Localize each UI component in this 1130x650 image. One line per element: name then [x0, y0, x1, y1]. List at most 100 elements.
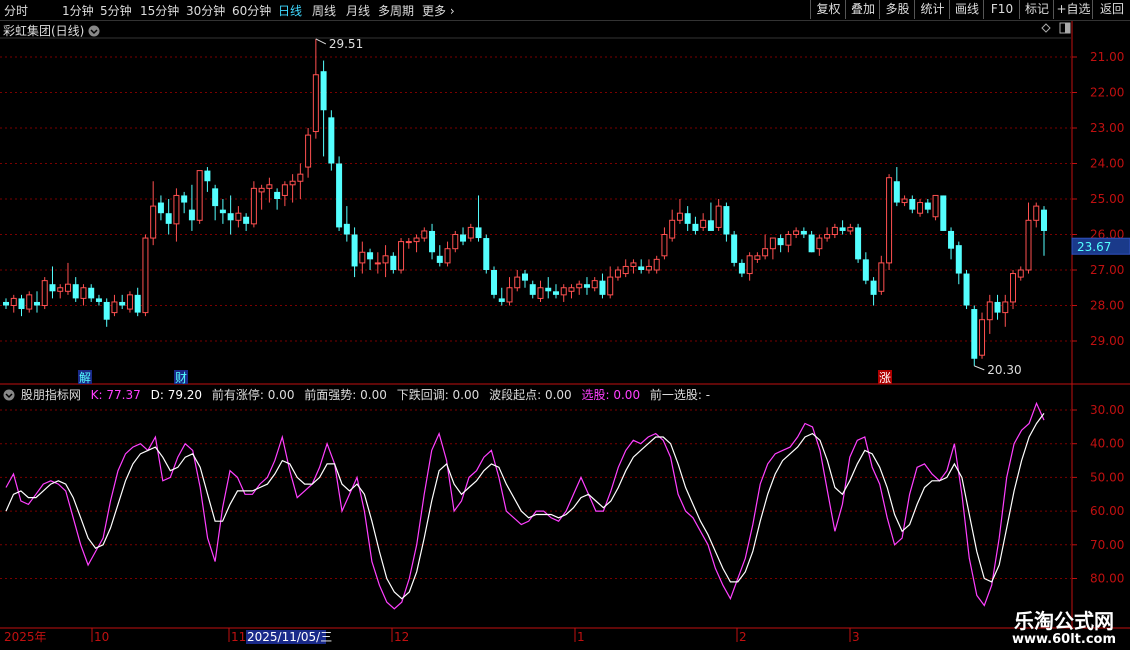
- price-tick-label: 27.00: [1090, 263, 1124, 277]
- candle-body: [243, 216, 250, 224]
- field-xuangu: 选股: 0.00: [581, 388, 641, 402]
- candle-body: [367, 252, 374, 260]
- candle-body: [320, 71, 327, 111]
- candle-body: [599, 280, 606, 295]
- candle-body: [413, 237, 420, 243]
- candle-body: [305, 134, 312, 168]
- candle-body: [429, 230, 436, 253]
- candle-body: [793, 230, 800, 235]
- time-axis-label: 11: [231, 630, 246, 644]
- candle-body: [1010, 273, 1017, 303]
- candle-body: [622, 265, 629, 275]
- event-marker-label: 涨: [879, 370, 891, 385]
- candle-body: [103, 301, 110, 320]
- candle-body: [583, 284, 590, 288]
- time-axis-label: 1: [577, 630, 585, 644]
- candle-body: [374, 262, 381, 265]
- candle-body: [816, 237, 823, 250]
- indicator-dropdown-icon[interactable]: [3, 389, 15, 401]
- candle-body: [250, 187, 257, 225]
- candle-body: [932, 194, 939, 218]
- candle-body: [762, 248, 769, 257]
- crosshair-date-label: 2025/11/05/三: [247, 630, 332, 644]
- candle-body: [800, 230, 807, 235]
- candle-body: [475, 227, 482, 239]
- event-marker-label: 财: [175, 371, 187, 385]
- high-price-label: 29.51: [329, 37, 363, 51]
- candle-body: [343, 223, 350, 235]
- candle-body: [994, 301, 1001, 313]
- low-price-label: 20.30: [987, 363, 1021, 377]
- candle-body: [839, 227, 846, 231]
- candle-body: [917, 202, 924, 214]
- candle-body: [886, 177, 893, 264]
- candle-body: [157, 202, 164, 214]
- candle-body: [1041, 209, 1047, 231]
- candle-body: [444, 248, 451, 264]
- candle-body: [405, 241, 412, 244]
- candle-body: [297, 173, 304, 182]
- time-axis-label: 2: [739, 630, 747, 644]
- candle-body: [552, 291, 559, 295]
- candle-body: [715, 205, 722, 228]
- candle-body: [630, 262, 637, 267]
- candle-body: [328, 117, 335, 164]
- candle-body: [227, 213, 234, 221]
- d-line: [5, 413, 1045, 600]
- candle-body: [591, 280, 598, 289]
- time-axis-label: 3: [852, 630, 860, 644]
- candle-body: [986, 301, 993, 321]
- candle-body: [506, 287, 513, 303]
- candle-body: [862, 259, 869, 281]
- indicator-tick-label: 40.00: [1090, 437, 1124, 451]
- candle-body: [1002, 301, 1009, 314]
- candle-body: [638, 266, 645, 270]
- candle-body: [72, 284, 79, 299]
- candle-body: [235, 212, 242, 221]
- indicator-tick-label: 80.00: [1090, 572, 1124, 586]
- k-value: K: 77.37: [90, 388, 141, 402]
- candle-body: [514, 276, 521, 289]
- candle-body: [901, 198, 908, 204]
- candle-body: [568, 287, 575, 292]
- candle-body: [483, 238, 490, 270]
- candle-body: [777, 238, 784, 246]
- candle-body: [266, 184, 273, 189]
- candle-body: [847, 226, 854, 232]
- candle-body: [196, 170, 203, 221]
- candle-body: [731, 234, 738, 263]
- field-qianyixuangu: 前一选股: -: [649, 388, 711, 402]
- price-tick-label: 28.00: [1090, 299, 1124, 313]
- time-axis-label: 2025年: [4, 630, 47, 644]
- watermark-title: 乐淘公式网: [1014, 609, 1114, 633]
- indicator-tick-label: 50.00: [1090, 470, 1124, 484]
- candle-body: [460, 234, 467, 242]
- candle-body: [398, 241, 405, 271]
- field-qianmianqiangshi: 前面强势: 0.00: [304, 388, 387, 402]
- price-tick-label: 29.00: [1090, 334, 1124, 348]
- candle-body: [204, 170, 211, 182]
- price-tick-label: 22.00: [1090, 86, 1124, 100]
- candle-body: [119, 301, 126, 306]
- candle-body: [452, 234, 459, 250]
- price-tick-label: 25.00: [1090, 192, 1124, 206]
- candle-body: [808, 234, 815, 253]
- high-marker-line: [315, 38, 327, 45]
- candle-body: [545, 287, 552, 292]
- candle-body: [173, 194, 180, 225]
- candle-body: [971, 309, 978, 359]
- candle-body: [421, 230, 428, 239]
- candle-body: [529, 284, 536, 295]
- candle-body: [390, 255, 397, 270]
- candle-body: [188, 209, 195, 221]
- price-tick-label: 21.00: [1090, 50, 1124, 64]
- candle-body: [940, 195, 947, 231]
- candle-body: [831, 226, 838, 235]
- watermark-url: www.60lt.com: [1011, 632, 1117, 647]
- candle-body: [3, 301, 9, 306]
- candle-body: [18, 298, 25, 310]
- candle-body: [963, 273, 970, 306]
- candle-body: [126, 294, 133, 310]
- candle-body: [281, 184, 288, 196]
- candle-body: [700, 219, 707, 228]
